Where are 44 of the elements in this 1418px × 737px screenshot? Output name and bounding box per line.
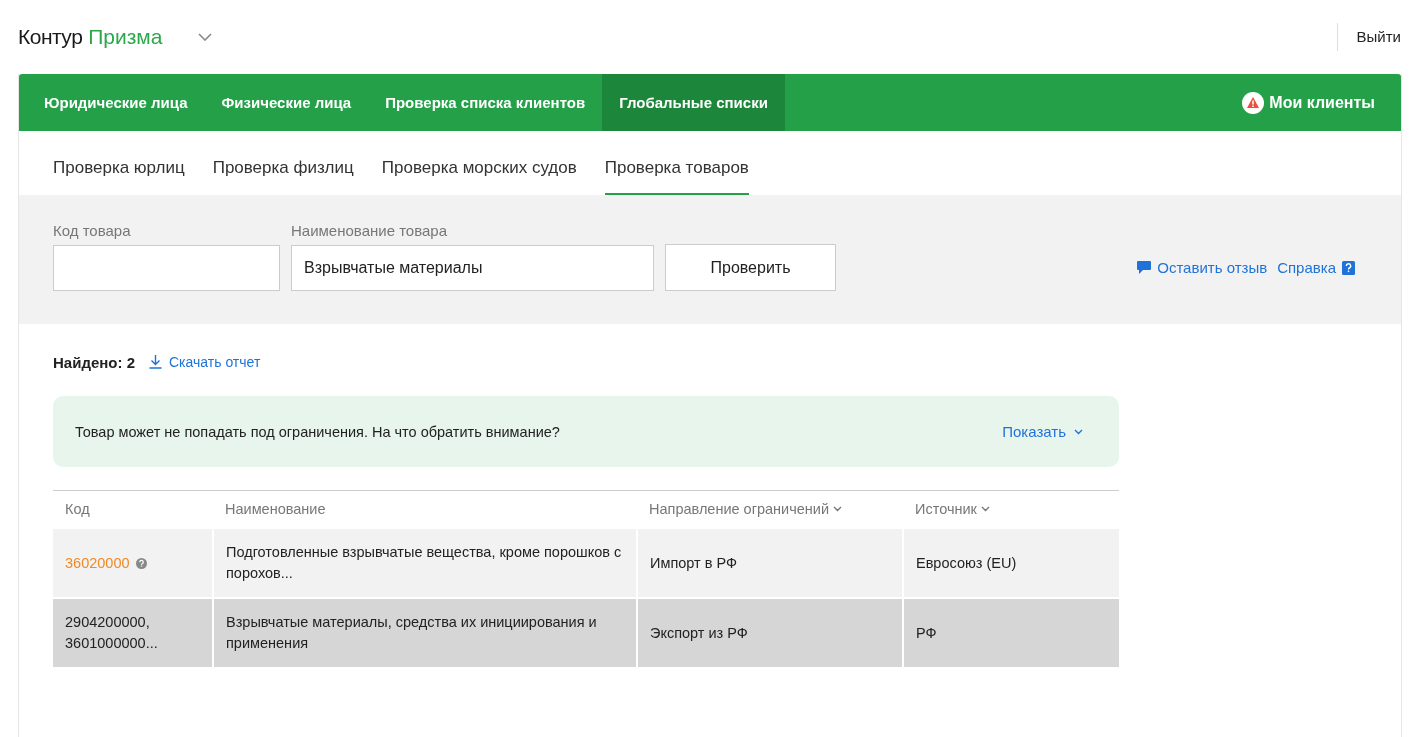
field-label: Код товара (53, 222, 132, 239)
chevron-down-icon (833, 506, 843, 512)
chevron-down-icon[interactable] (198, 33, 213, 41)
column-header[interactable]: Источник (915, 501, 990, 517)
download-report-link[interactable]: Скачать отчет (149, 354, 261, 370)
table-cell: Подготовленные взрывчатые вещества, кроме порошков с порохов... (226, 544, 622, 581)
sub-tab[interactable]: Проверка физлиц (212, 131, 354, 195)
field-label: Наименование товара (291, 222, 449, 239)
product-code-field[interactable] (53, 245, 280, 291)
table-row[interactable]: 36020000 Подготовленные взрывчатые вещества, кроме порошков с порохов... Импорт в РФ Евросоюз (EU) (53, 528, 1119, 598)
nav-tab[interactable]: Глобальные списки (602, 74, 785, 131)
column-header[interactable]: Направление ограничений (649, 501, 843, 517)
nav-tab[interactable]: Юридические лица (19, 74, 205, 131)
product-name-field[interactable]: Взрывчатые материалы (291, 245, 654, 291)
table-cell: РФ (916, 624, 937, 641)
warning-icon (1242, 91, 1265, 114)
sub-tab[interactable]: Проверка юрлиц (53, 131, 185, 195)
my-clients-link[interactable]: Мои клиенты (1242, 74, 1401, 131)
notice-text: Товар может не попадать под ограничения. На что обратить внимание? (75, 423, 560, 440)
chevron-down-icon (980, 506, 990, 512)
show-toggle[interactable]: Показать (1002, 423, 1083, 440)
logo[interactable]: Контур Призма (18, 25, 163, 49)
chevron-down-icon (1074, 428, 1083, 435)
question-icon (135, 558, 147, 570)
table-cell: Экспорт из РФ (650, 624, 748, 641)
help-icon (1342, 260, 1355, 275)
table-row[interactable]: 2904200000, 3601000000... Взрывчатые материалы, средства их инициирования и применения Экспорт из РФ РФ (53, 598, 1119, 667)
nav-tab[interactable]: Проверка списка клиентов (368, 74, 603, 131)
sub-tab[interactable]: Проверка морских судов (381, 131, 577, 195)
results-count: Найдено: 2 (53, 353, 135, 371)
check-button[interactable]: Проверить (665, 244, 836, 291)
nav-tab[interactable]: Физические лица (204, 74, 369, 131)
logout-link[interactable]: Выйти (1336, 23, 1401, 51)
table-cell: Взрывчатые материалы, средства их инициирования и применения (226, 614, 597, 651)
help-link[interactable]: Справка (1277, 259, 1336, 276)
table-cell: 2904200000, 3601000000... (65, 614, 158, 651)
download-icon (149, 355, 162, 369)
table-cell: 36020000 (65, 554, 130, 571)
table-cell: Импорт в РФ (650, 554, 737, 571)
feedback-link[interactable]: Оставить отзыв (1157, 259, 1268, 276)
column-header: Код (65, 501, 90, 517)
column-header: Наименование (225, 501, 326, 517)
table-cell: Евросоюз (EU) (916, 554, 1017, 571)
chat-bubble-icon (1137, 261, 1152, 274)
